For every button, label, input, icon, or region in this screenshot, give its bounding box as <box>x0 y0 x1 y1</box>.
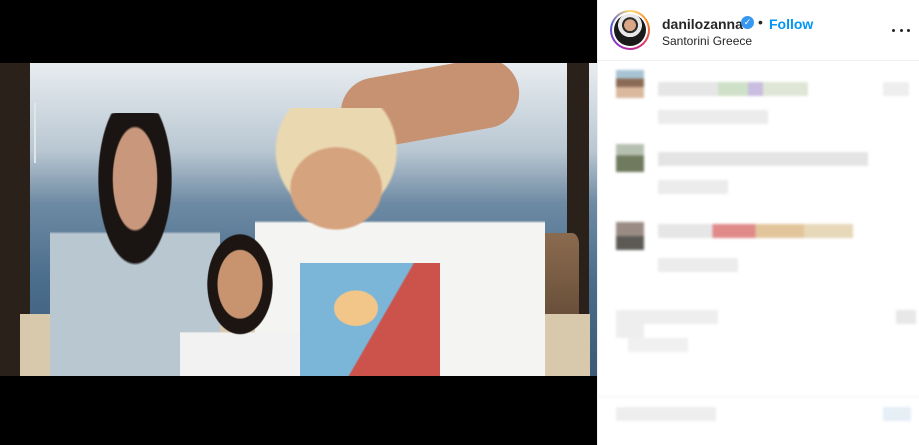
comment-meta <box>658 180 728 194</box>
avatar-image <box>614 14 646 46</box>
location-link[interactable]: Santorini Greece <box>662 34 752 48</box>
verified-badge-icon: ✓ <box>741 16 754 29</box>
post-photo[interactable] <box>0 63 597 376</box>
more-dot <box>907 28 910 32</box>
comment-text <box>658 82 808 96</box>
tshirt-print <box>300 263 440 376</box>
post-media[interactable] <box>0 0 597 445</box>
commenter-avatar[interactable] <box>616 144 644 172</box>
save-icon[interactable] <box>883 407 911 421</box>
separator-dot: • <box>758 14 763 30</box>
commenter-avatar[interactable] <box>616 222 644 250</box>
post-actions <box>598 396 919 436</box>
actions-bar[interactable] <box>616 407 716 421</box>
comment-like-icon[interactable] <box>883 82 909 96</box>
comment-like-icon[interactable] <box>896 310 916 324</box>
comment-text <box>628 310 718 324</box>
comment-meta <box>658 110 768 124</box>
more-dot <box>892 28 895 32</box>
comment-meta <box>658 258 738 272</box>
comment-meta <box>628 338 688 352</box>
comment-1 <box>598 62 919 132</box>
more-dot <box>899 28 903 32</box>
person-child <box>180 228 300 376</box>
comment-2 <box>598 138 919 208</box>
avatar-border <box>612 12 648 48</box>
commenter-avatar[interactable] <box>616 70 644 98</box>
avatar[interactable] <box>610 10 650 50</box>
more-options-icon[interactable] <box>892 22 910 38</box>
follow-button[interactable]: Follow <box>769 16 813 32</box>
comment-text <box>658 224 853 238</box>
username-link[interactable]: danilozanna <box>662 16 743 32</box>
post-header: danilozanna ✓ • Follow Santorini Greece <box>598 0 919 61</box>
comment-text <box>658 152 868 166</box>
comment-4 <box>598 300 919 360</box>
comment-3 <box>598 214 919 284</box>
post-sidebar: danilozanna ✓ • Follow Santorini Greece <box>597 0 919 445</box>
